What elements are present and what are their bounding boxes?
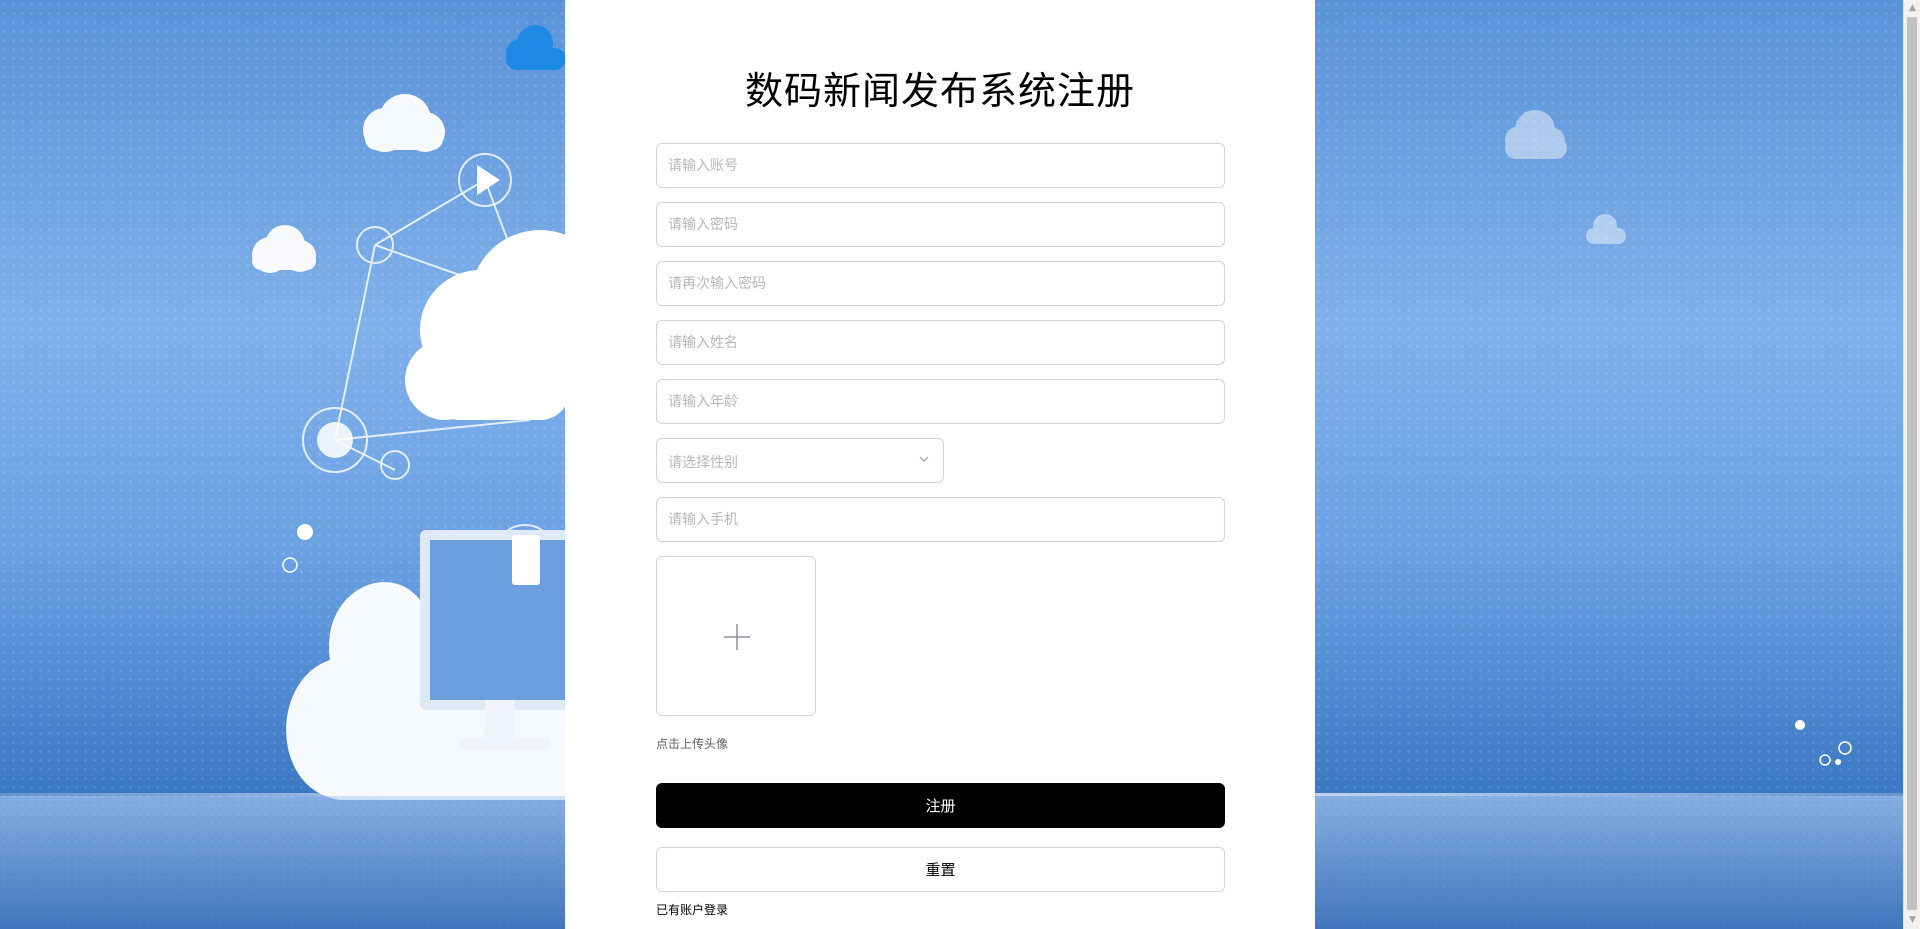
scroll-up-arrow-icon[interactable]: ▲ [1904,0,1920,17]
register-button[interactable]: 注册 [656,783,1225,828]
cloud-network-illustration [252,94,570,800]
register-panel: 数码新闻发布系统注册 请选择性别 点击上传头像 注册 重置 已有账户登录 [565,0,1315,929]
cloud-right-small [1586,214,1626,244]
reset-button[interactable]: 重置 [656,847,1225,892]
account-input[interactable] [656,143,1225,188]
cloud-right-top [1505,110,1567,159]
dots-right [1795,720,1852,766]
upload-hint: 点击上传头像 [656,737,729,751]
cloud-left-top [506,25,566,70]
avatar-upload[interactable] [656,556,816,716]
chevron-down-icon [919,456,929,462]
age-input[interactable] [656,379,1225,424]
scroll-down-arrow-icon[interactable]: ▼ [1904,912,1920,929]
password-confirm-input[interactable] [656,261,1225,306]
scrollbar[interactable]: ▲ ▼ [1903,0,1920,929]
page-title: 数码新闻发布系统注册 [744,69,1135,113]
phone-input[interactable] [656,497,1225,542]
plus-icon [724,624,750,650]
scroll-thumb[interactable] [1907,17,1917,910]
password-input[interactable] [656,202,1225,247]
gender-select[interactable]: 请选择性别 [656,438,944,483]
login-link[interactable]: 已有账户登录 [656,901,728,918]
gender-select-placeholder: 请选择性别 [668,455,738,471]
name-input[interactable] [656,320,1225,365]
